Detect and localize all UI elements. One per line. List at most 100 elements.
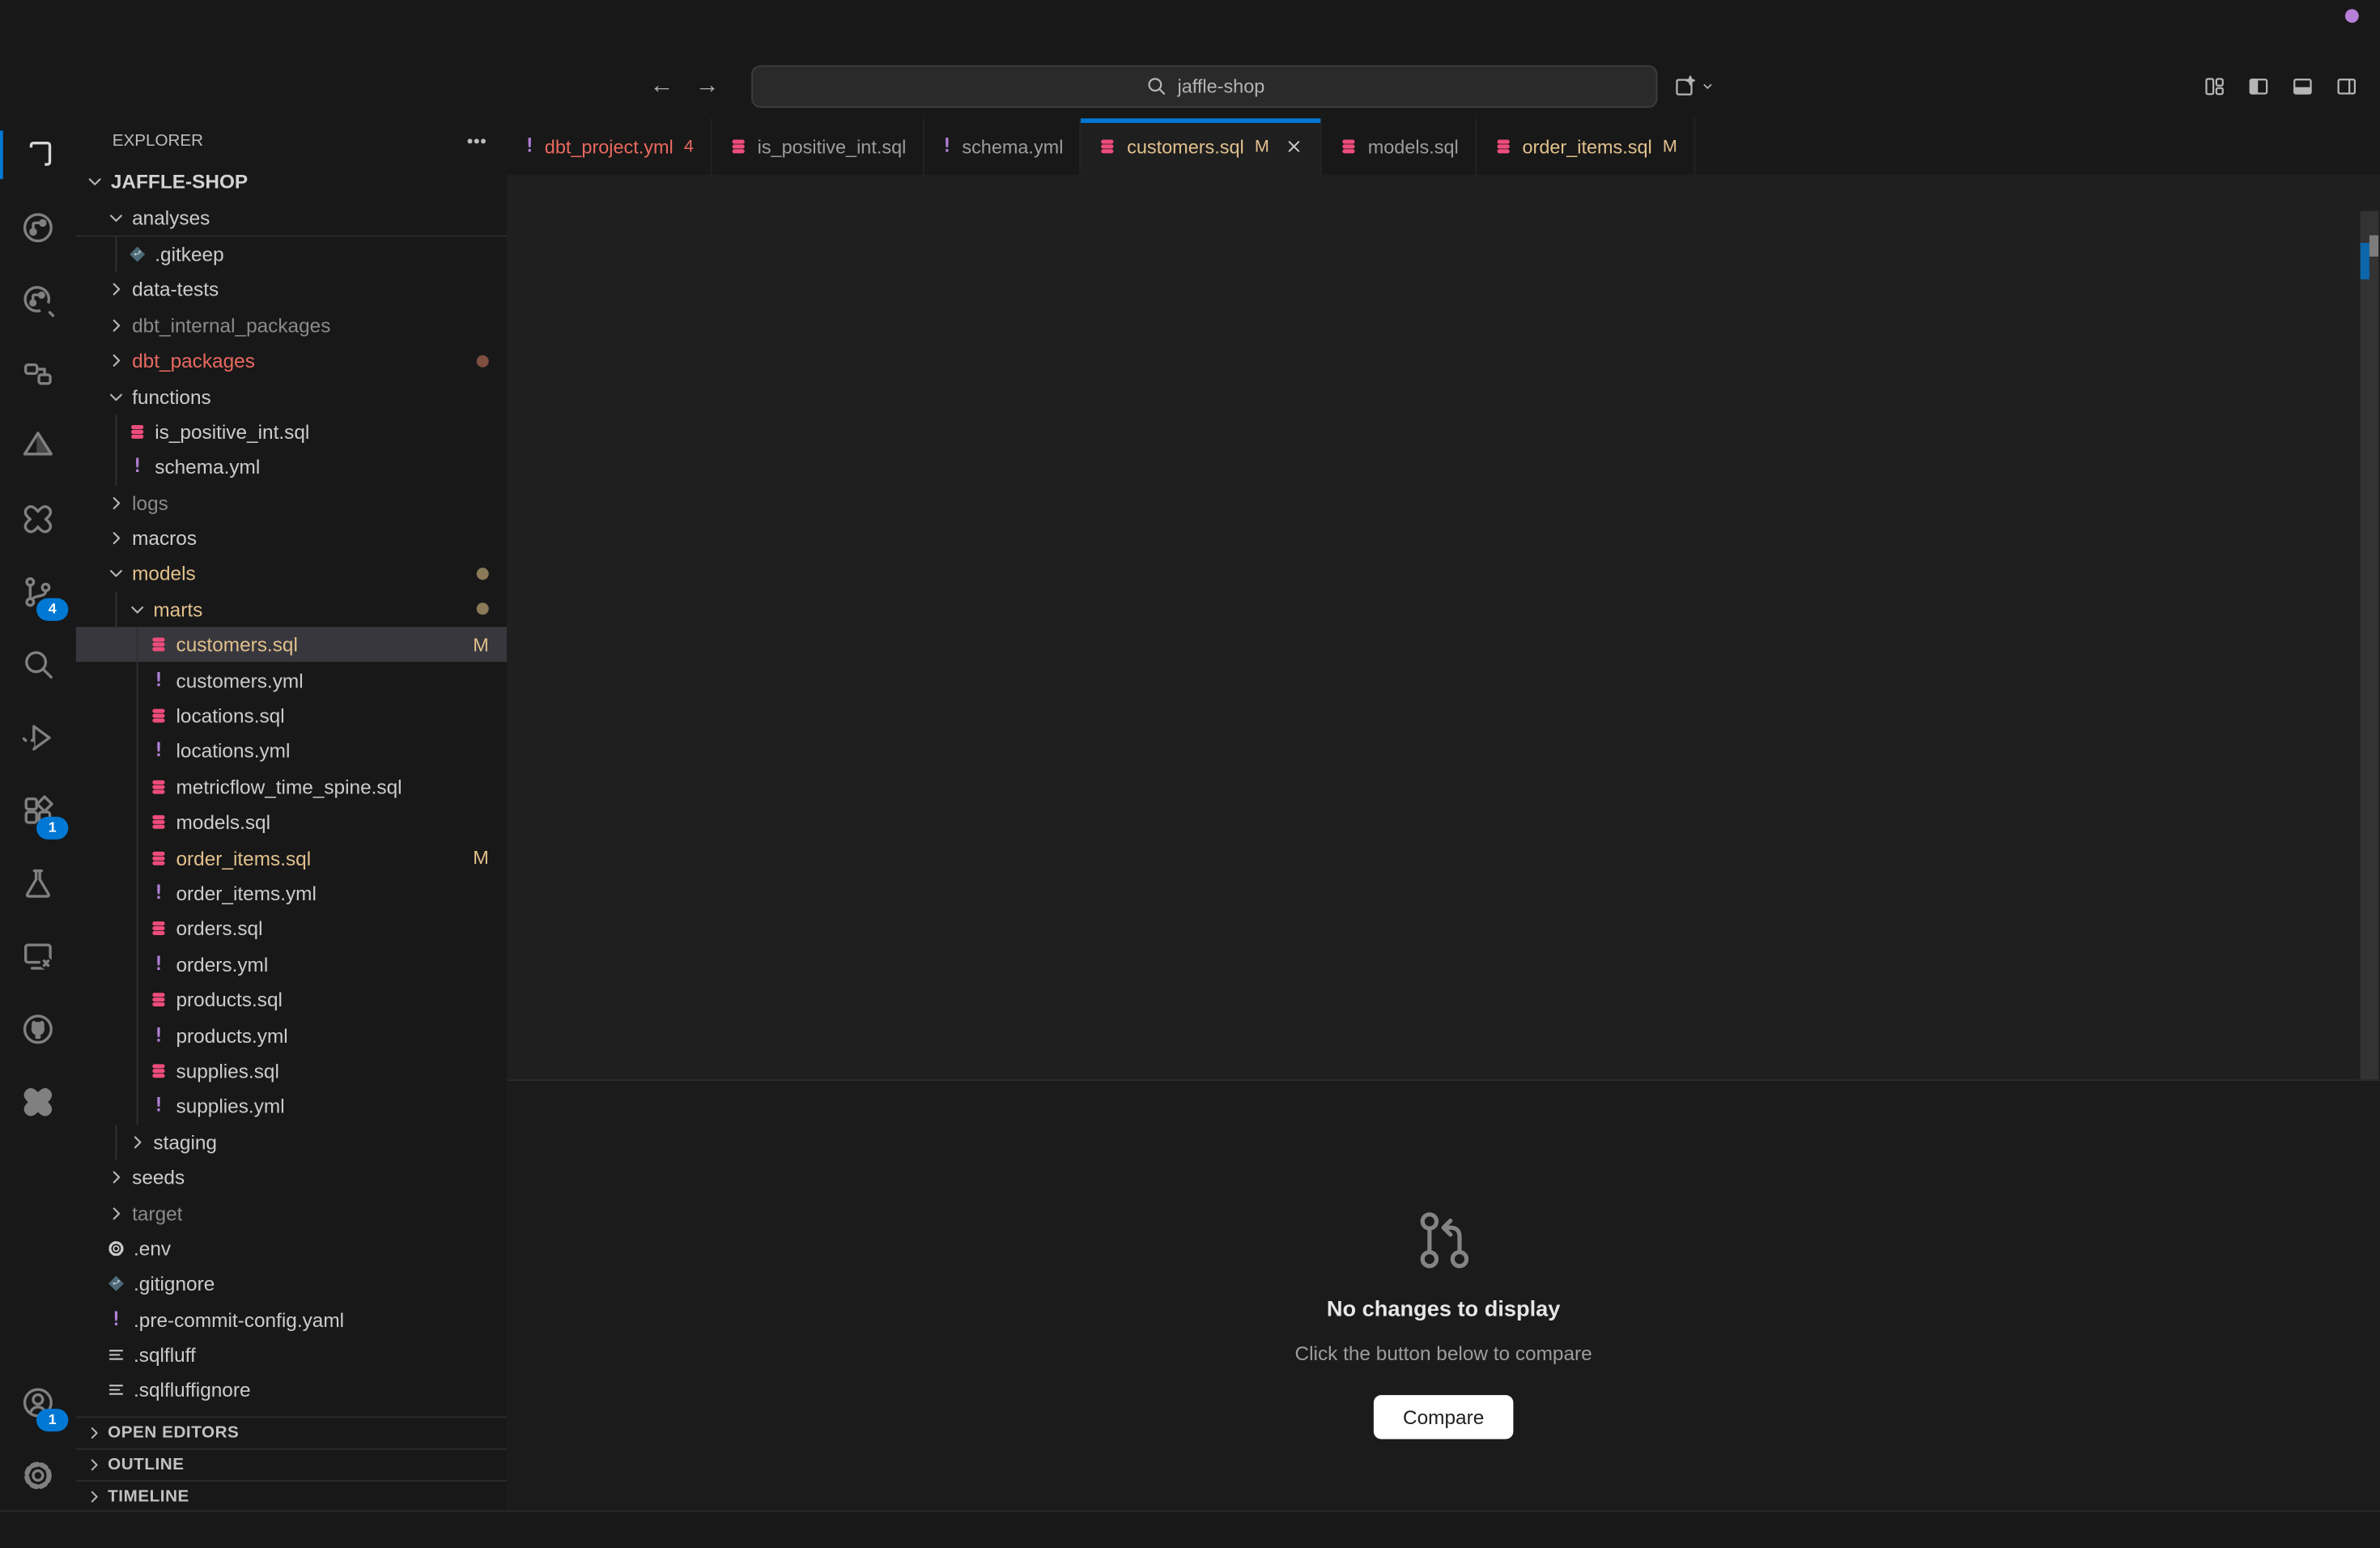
chevron-icon [85, 1488, 104, 1507]
tree-item--env[interactable]: .env [76, 1231, 508, 1266]
tree-item--gitignore[interactable]: .gitignore [76, 1266, 508, 1302]
tree-item-dbt-packages[interactable]: dbt_packages [76, 343, 508, 379]
activity-search[interactable] [0, 628, 76, 701]
tab-order-items-sql[interactable]: order_items.sqlM [1477, 118, 1695, 174]
tree-item-supplies-sql[interactable]: supplies.sql [76, 1053, 508, 1089]
tree-item-customers-sql[interactable]: customers.sqlM [76, 627, 508, 663]
activity-run-circle[interactable] [0, 191, 76, 264]
tree-item-logs[interactable]: logs [76, 485, 508, 521]
tree-item--pre-commit-config-yaml[interactable]: !.pre-commit-config.yaml [76, 1302, 508, 1337]
title-bar: ← → jaffle-shop [0, 0, 2380, 120]
tree-item-order-items-sql[interactable]: order_items.sqlM [76, 840, 508, 876]
tab-dbt-project-yml[interactable]: !dbt_project.yml4 [507, 118, 712, 174]
tree-item-label: logs [132, 491, 168, 514]
tree-item-macros[interactable]: macros [76, 521, 508, 556]
tree-item--gitkeep[interactable]: .gitkeep [76, 236, 508, 272]
chevron-right-icon [104, 493, 128, 512]
tree-item-label: order_items.sql [176, 847, 312, 870]
tree-item-locations-yml[interactable]: !locations.yml [76, 734, 508, 769]
change-dot-badge [477, 568, 489, 580]
activity-debug[interactable] [0, 701, 76, 774]
tree-item-metricflow-time-spine-sql[interactable]: metricflow_time_spine.sql [76, 769, 508, 805]
tree-item-marts[interactable]: marts [76, 592, 508, 627]
empty-state-subtitle: Click the button below to compare [1295, 1342, 1592, 1365]
exclaim-icon: ! [153, 953, 165, 976]
tree-item-label: is_positive_int.sql [155, 420, 309, 443]
breadcrumb[interactable] [507, 175, 2380, 211]
tree-item-orders-yml[interactable]: !orders.yml [76, 946, 508, 982]
editor-scrollbar[interactable] [2359, 211, 2380, 1081]
activity-run-audit[interactable] [0, 264, 76, 337]
tree-item-products-yml[interactable]: !products.yml [76, 1018, 508, 1053]
close-icon[interactable] [1285, 137, 1304, 156]
toggle-sidebar-button[interactable] [2246, 74, 2271, 99]
close-x-icon [1285, 137, 1304, 156]
sidebar-section-open-editors[interactable]: OPEN EDITORS [76, 1416, 508, 1448]
tree-item-supplies-yml[interactable]: !supplies.yml [76, 1089, 508, 1125]
tree-item-orders-sql[interactable]: orders.sql [76, 911, 508, 946]
chevron-down-icon [1700, 79, 1715, 95]
tree-item-locations-sql[interactable]: locations.sql [76, 698, 508, 734]
tab-customers-sql[interactable]: customers.sqlM [1082, 118, 1323, 174]
forward-button[interactable]: → [695, 73, 720, 100]
tree-item--sqlfluffignore[interactable]: .sqlfluffignore [76, 1373, 508, 1409]
tree-item-jaffle-shop[interactable]: JAFFLE-SHOP [76, 164, 508, 200]
debug-icon [19, 720, 56, 756]
activity-power-x-filled[interactable] [0, 1065, 76, 1138]
activity-github[interactable] [0, 993, 76, 1065]
activity-extensions[interactable]: 1 [0, 774, 76, 847]
activity-gear[interactable] [0, 1440, 76, 1512]
chevron-down-icon [104, 386, 128, 406]
tree-item-customers-yml[interactable]: ! customers.yml [76, 662, 508, 698]
code-editor[interactable] [507, 211, 2359, 1081]
activity-dbt-logo[interactable] [0, 410, 76, 483]
activity-account[interactable]: 1 [0, 1367, 76, 1440]
copilot-share-button[interactable] [1672, 74, 1715, 99]
sidebar-section-timeline[interactable]: TIMELINE [76, 1480, 508, 1512]
tab-is-positive-int-sql[interactable]: is_positive_int.sql [712, 118, 924, 174]
chevron-icon [105, 493, 125, 512]
tree-item--sqlfluff[interactable]: .sqlfluff [76, 1337, 508, 1373]
more-actions-icon[interactable] [465, 129, 489, 153]
tree-item-analyses[interactable]: analyses [76, 199, 508, 236]
activity-remote-explorer[interactable] [0, 920, 76, 993]
tree-item-staging[interactable]: staging [76, 1125, 508, 1160]
customize-layout-button[interactable] [2203, 74, 2227, 99]
tree-item-functions[interactable]: functions [76, 379, 508, 415]
chevron-right-icon [104, 1167, 128, 1187]
tab-badge: M [1663, 138, 1677, 156]
activity-source-control[interactable]: 4 [0, 555, 76, 628]
tab-models-sql[interactable]: models.sql [1322, 118, 1477, 174]
tree-item-models[interactable]: models [76, 556, 508, 592]
activity-badge: 1 [36, 817, 68, 840]
tree-item-products-sql[interactable]: products.sql [76, 982, 508, 1018]
activity-flow[interactable] [0, 337, 76, 410]
toggle-secondary-sidebar-button[interactable] [2335, 74, 2359, 99]
search-icon [1144, 74, 1168, 99]
command-center-search[interactable]: jaffle-shop [751, 66, 1657, 108]
sidebar-section-outline[interactable]: OUTLINE [76, 1448, 508, 1480]
exclaim-icon: ! [524, 135, 536, 158]
tree-item-schema-yml[interactable]: !schema.yml [76, 449, 508, 485]
tree-item-label: customers.yml [176, 669, 304, 691]
tree-item-models-sql[interactable]: models.sql [76, 805, 508, 840]
empty-state-title: No changes to display [1327, 1298, 1561, 1322]
back-button[interactable]: ← [650, 73, 674, 100]
tree-item-data-tests[interactable]: data-tests [76, 272, 508, 308]
exclaim-icon: ! [153, 1024, 165, 1047]
tab-schema-yml[interactable]: !schema.yml [924, 118, 1082, 174]
tree-item-target[interactable]: target [76, 1195, 508, 1231]
activity-files[interactable] [0, 118, 76, 191]
tree-item-label: dbt_internal_packages [132, 314, 330, 337]
tree-item-order-items-yml[interactable]: !order_items.yml [76, 876, 508, 912]
compare-button[interactable]: Compare [1374, 1395, 1513, 1439]
activity-power-x[interactable] [0, 483, 76, 555]
tree-item-seeds[interactable]: seeds [76, 1159, 508, 1195]
exclaim-icon: ! [153, 669, 165, 691]
activity-beaker[interactable] [0, 847, 76, 920]
modified-overview-mark [2361, 243, 2369, 279]
tree-item-is-positive-int-sql[interactable]: is_positive_int.sql [76, 414, 508, 449]
tree-item-dbt-internal-packages[interactable]: dbt_internal_packages [76, 308, 508, 343]
tree-item-label: macros [132, 527, 197, 550]
toggle-panel-button[interactable] [2290, 74, 2314, 99]
